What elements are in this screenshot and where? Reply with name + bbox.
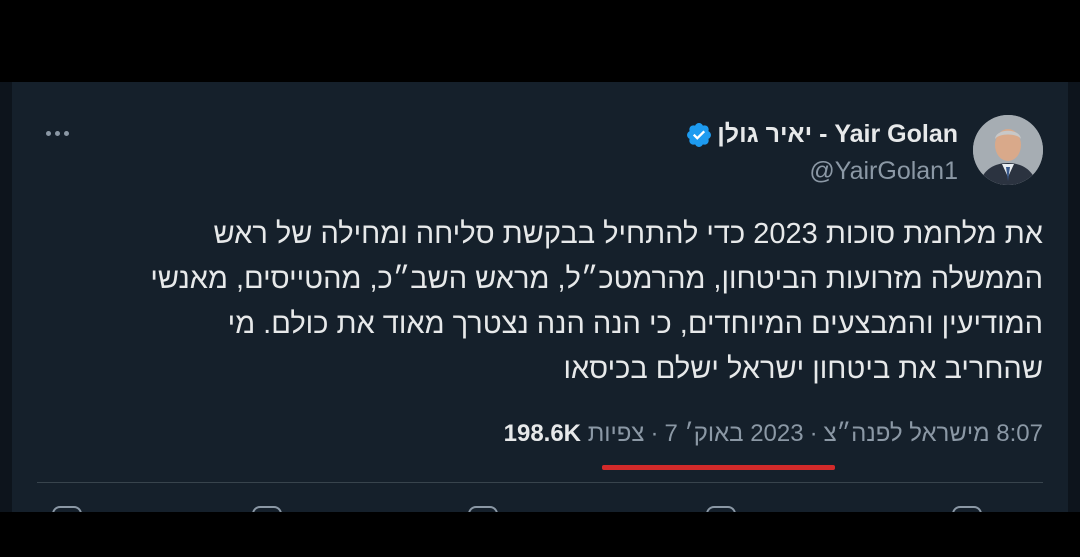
- tweet-text-line: הממשלה מזרועות הביטחון, מהרמטכ״ל, מראש ה…: [150, 263, 1043, 295]
- more-dots-icon: [63, 130, 69, 136]
- card-edge-right: [1068, 82, 1080, 512]
- tweet-text-line: שהחריב את ביטחון ישראל ישלם בכיסאו: [563, 353, 1043, 385]
- tweet-source: מישראל לפנה״צ: [823, 420, 990, 447]
- tweet-date[interactable]: 2023 באוק׳ 7: [664, 420, 803, 447]
- divider: [37, 482, 1043, 483]
- more-dots-icon: [54, 130, 60, 136]
- author-handle[interactable]: @YairGolan1: [685, 157, 958, 186]
- timestamp-underline: [602, 465, 835, 470]
- more-options-button[interactable]: [40, 122, 74, 144]
- tweet-actions-row: [0, 502, 1080, 512]
- share-icon[interactable]: [52, 506, 82, 512]
- avatar[interactable]: [973, 115, 1043, 185]
- author-name-line[interactable]: יאיר גולן - Yair Golan: [685, 120, 958, 149]
- views-count[interactable]: 198.6K: [504, 420, 581, 447]
- tweet-text-line: המודיעין והמבצעים המיוחדים, כי הנה הנה נ…: [227, 308, 1043, 340]
- more-dots-icon: [45, 130, 51, 136]
- verified-badge-icon: [685, 121, 713, 149]
- bookmark-icon[interactable]: [252, 506, 282, 512]
- author-display-name: יאיר גולן - Yair Golan: [717, 120, 958, 148]
- tweet-time[interactable]: 8:07: [996, 420, 1043, 447]
- retweet-icon[interactable]: [706, 506, 736, 512]
- tweet-card: יאיר גולן - Yair Golan @YairGolan1 את מל…: [0, 82, 1080, 512]
- meta-separator: ·: [650, 420, 659, 447]
- reply-icon[interactable]: [952, 506, 982, 512]
- avatar-portrait: [973, 115, 1043, 185]
- meta-separator: ·: [809, 420, 818, 447]
- tweet-text: את מלחמת סוכות 2023 כדי להתחיל בבקשת סלי…: [43, 212, 1043, 392]
- tweet-text-line: את מלחמת סוכות 2023 כדי להתחיל בבקשת סלי…: [213, 218, 1043, 250]
- tweet-header: יאיר גולן - Yair Golan @YairGolan1: [685, 120, 958, 186]
- views-label: צפיות: [587, 420, 645, 447]
- card-edge-left: [0, 82, 12, 512]
- like-icon[interactable]: [468, 506, 498, 512]
- tweet-meta: 8:07 מישראל לפנה״צ·2023 באוק׳ 7·צפיות 19…: [504, 420, 1043, 448]
